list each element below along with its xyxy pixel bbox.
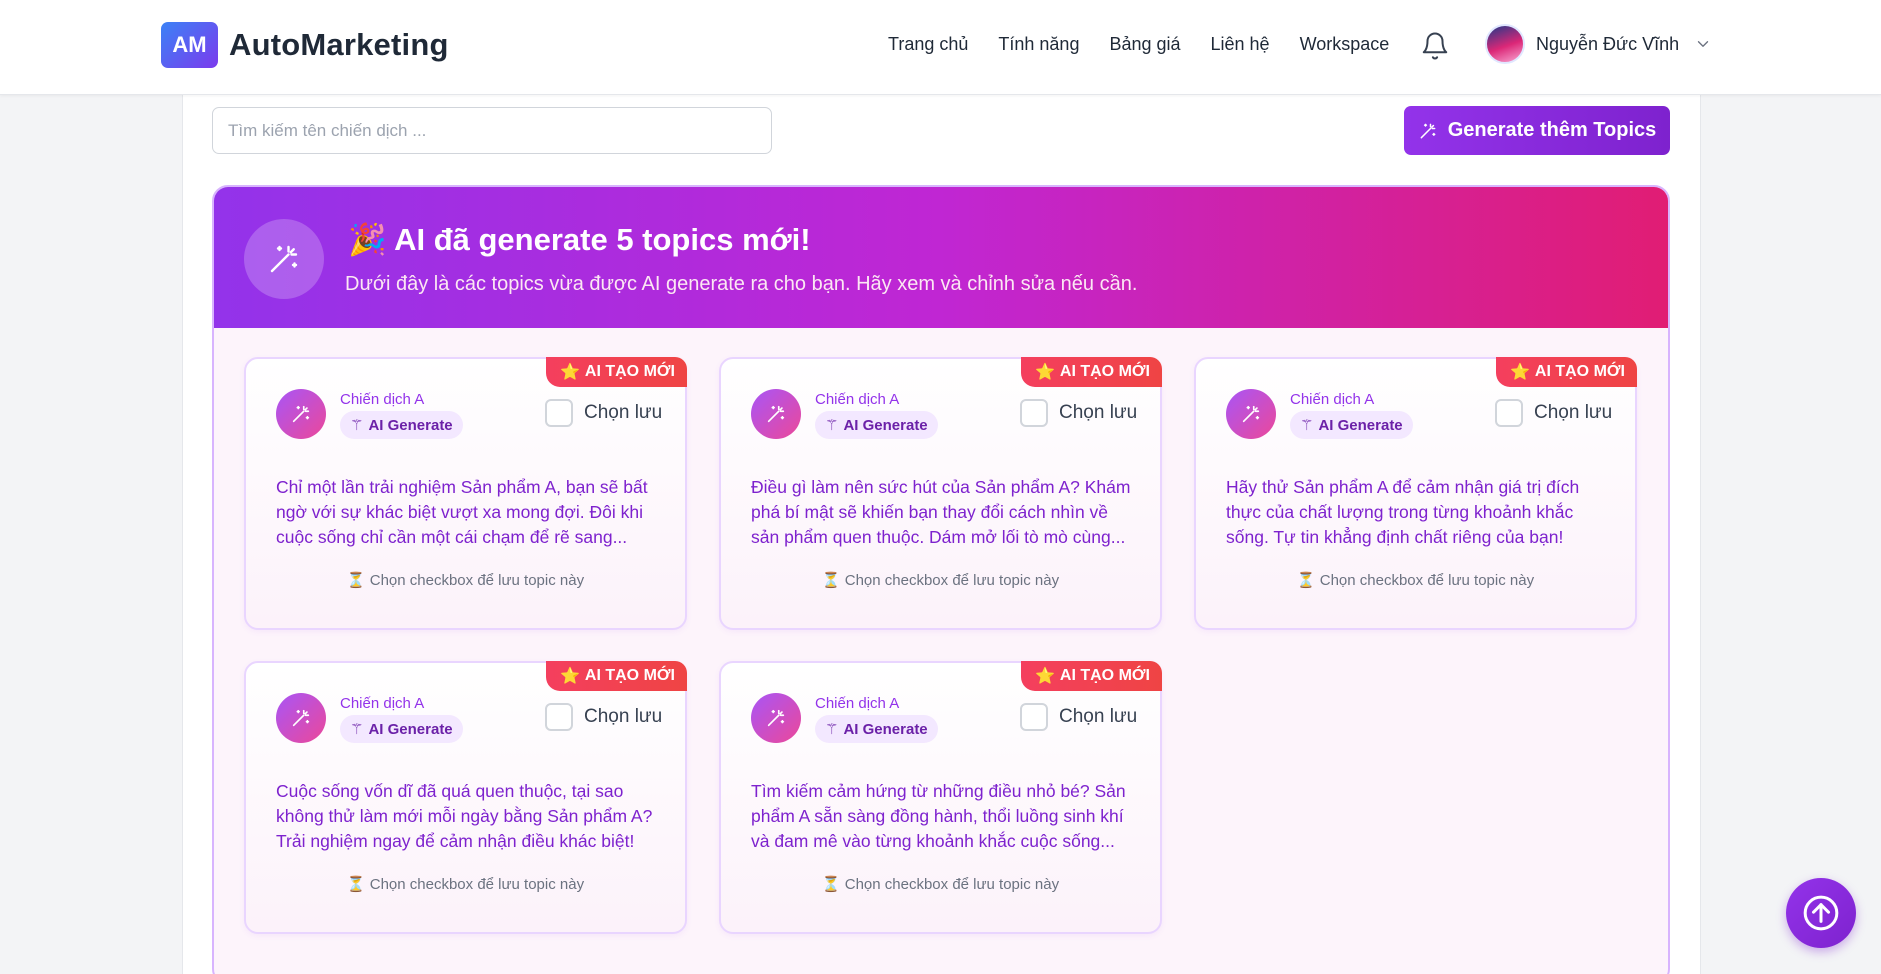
ai-generate-tag: ⚚ AI Generate bbox=[815, 715, 938, 743]
new-badge: ⭐ AI TẠO MỚI bbox=[545, 357, 687, 387]
ai-generate-label: AI Generate bbox=[368, 720, 453, 738]
ai-generate-tag: ⚚ AI Generate bbox=[340, 411, 463, 439]
new-badge: ⭐ AI TẠO MỚI bbox=[1020, 661, 1162, 691]
save-hint: ⏳ Chọn checkbox để lưu topic này bbox=[346, 876, 585, 893]
magic-wand-icon bbox=[1226, 389, 1276, 439]
arrow-up-circle-icon bbox=[1803, 895, 1839, 931]
search-input[interactable] bbox=[212, 107, 772, 154]
save-checkbox[interactable] bbox=[1020, 703, 1048, 731]
avatar bbox=[1485, 24, 1525, 64]
star-icon: ⭐ bbox=[1034, 668, 1055, 685]
ai-generate-tag: ⚚ AI Generate bbox=[815, 411, 938, 439]
topic-text: Cuộc sống vốn dĩ đã quá quen thuộc, tại … bbox=[276, 781, 653, 851]
save-toggle[interactable]: Chọn lưu bbox=[1020, 399, 1137, 427]
magic-wand-icon bbox=[751, 389, 801, 439]
topic-card: ⭐ AI TẠO MỚI Chiến dịch A ⚚ AI Generate Ch… bbox=[244, 661, 687, 934]
logo-badge: AM bbox=[161, 22, 218, 68]
save-toggle[interactable]: Chọn lưu bbox=[545, 703, 662, 731]
ai-generate-label: AI Generate bbox=[843, 720, 928, 738]
ai-generate-tag: ⚚ AI Generate bbox=[1290, 411, 1413, 439]
magic-wand-icon bbox=[244, 219, 324, 299]
save-label: Chọn lưu bbox=[584, 402, 663, 423]
save-label: Chọn lưu bbox=[1534, 402, 1613, 423]
save-hint: ⏳ Chọn checkbox để lưu topic này bbox=[1296, 572, 1535, 589]
generate-topics-label: Generate thêm Topics bbox=[1447, 119, 1657, 141]
magic-wand-icon bbox=[276, 693, 326, 743]
topic-card: ⭐ AI TẠO MỚI Chiến dịch A ⚚ AI Generate Ch… bbox=[244, 357, 687, 630]
save-hint: ⏳ Chọn checkbox để lưu topic này bbox=[821, 876, 1060, 893]
new-badge-label: AI TẠO MỚI bbox=[1534, 363, 1625, 380]
scroll-to-top-button[interactable] bbox=[1786, 878, 1856, 948]
topic-text: Tìm kiếm cảm hứng từ những điều nhỏ bé? … bbox=[751, 781, 1126, 851]
campaign-name: Chiến dịch A bbox=[815, 695, 900, 712]
star-icon: ⭐ bbox=[1509, 364, 1530, 381]
star-icon: ⭐ bbox=[1034, 364, 1055, 381]
ai-generate-label: AI Generate bbox=[843, 416, 928, 434]
topic-card: ⭐ AI TẠO MỚI Chiến dịch A ⚚ AI Generate Ch… bbox=[719, 661, 1162, 934]
magic-wand-icon bbox=[1420, 123, 1436, 138]
new-badge-label: AI TẠO MỚI bbox=[1059, 363, 1150, 380]
user-menu[interactable]: Nguyễn Đức Vĩnh bbox=[1485, 24, 1712, 64]
ai-generate-label: AI Generate bbox=[1318, 416, 1403, 434]
chevron-down-icon bbox=[1697, 41, 1709, 47]
save-label: Chọn lưu bbox=[1059, 402, 1138, 423]
save-toggle[interactable]: Chọn lưu bbox=[1020, 703, 1137, 731]
save-checkbox[interactable] bbox=[1020, 399, 1048, 427]
logo[interactable]: AM AutoMarketing bbox=[161, 22, 449, 68]
save-checkbox[interactable] bbox=[1495, 399, 1523, 427]
new-badge-label: AI TẠO MỚI bbox=[1059, 667, 1150, 684]
ai-generate-label: AI Generate bbox=[368, 416, 453, 434]
star-icon: ⭐ bbox=[559, 364, 580, 381]
save-label: Chọn lưu bbox=[584, 706, 663, 727]
topic-text: Chỉ một lần trải nghiệm Sản phẩm A, bạn … bbox=[276, 477, 648, 547]
topic-card: ⭐ AI TẠO MỚI Chiến dịch A ⚚ AI Generate Ch… bbox=[1194, 357, 1637, 630]
save-hint: ⏳ Chọn checkbox để lưu topic này bbox=[821, 572, 1060, 589]
nav-workspace[interactable]: Workspace bbox=[1300, 34, 1390, 55]
campaign-name: Chiến dịch A bbox=[815, 391, 900, 408]
nav-pricing[interactable]: Bảng giá bbox=[1109, 34, 1180, 55]
user-name: Nguyễn Đức Vĩnh bbox=[1536, 33, 1680, 54]
campaign-name: Chiến dịch A bbox=[340, 391, 425, 408]
magic-wand-icon bbox=[276, 389, 326, 439]
campaign-name: Chiến dịch A bbox=[1290, 391, 1375, 408]
magic-wand-icon: ⚚ bbox=[350, 417, 364, 434]
new-badge: ⭐ AI TẠO MỚI bbox=[1495, 357, 1637, 387]
topic-text: Điều gì làm nên sức hút của Sản phẩm A? … bbox=[751, 477, 1131, 547]
magic-wand-icon: ⚚ bbox=[350, 721, 364, 738]
main-nav: Trang chủ Tính năng Bảng giá Liên hệ Wor… bbox=[888, 34, 1389, 55]
magic-wand-icon: ⚚ bbox=[825, 721, 839, 738]
topic-card: ⭐ AI TẠO MỚI Chiến dịch A ⚚ AI Generate Ch… bbox=[719, 357, 1162, 630]
star-icon: ⭐ bbox=[559, 668, 580, 685]
generate-topics-button[interactable]: Generate thêm Topics bbox=[1404, 106, 1670, 155]
campaign-name: Chiến dịch A bbox=[340, 695, 425, 712]
top-header: AM AutoMarketing Trang chủ Tính năng Bản… bbox=[0, 0, 1881, 95]
ai-generate-tag: ⚚ AI Generate bbox=[340, 715, 463, 743]
new-badge: ⭐ AI TẠO MỚI bbox=[1020, 357, 1162, 387]
magic-wand-icon: ⚚ bbox=[825, 417, 839, 434]
success-banner: 🎉 AI đã generate 5 topics mới! Dưới đây … bbox=[214, 187, 1668, 328]
topic-text: Hãy thử Sản phẩm A để cảm nhận giá trị đ… bbox=[1226, 477, 1580, 547]
bell-icon[interactable] bbox=[1420, 30, 1450, 62]
save-checkbox[interactable] bbox=[545, 399, 573, 427]
magic-wand-icon: ⚚ bbox=[1300, 417, 1314, 434]
logo-text: AutoMarketing bbox=[229, 27, 449, 62]
banner-title: 🎉 AI đã generate 5 topics mới! bbox=[348, 221, 811, 258]
banner-subtitle: Dưới đây là các topics vừa được AI gener… bbox=[345, 273, 1138, 295]
save-toggle[interactable]: Chọn lưu bbox=[1495, 399, 1612, 427]
new-badge-label: AI TẠO MỚI bbox=[584, 363, 675, 380]
banner-title-text: AI đã generate 5 topics mới! bbox=[394, 222, 811, 257]
save-hint: ⏳ Chọn checkbox để lưu topic này bbox=[346, 572, 585, 589]
save-checkbox[interactable] bbox=[545, 703, 573, 731]
nav-features[interactable]: Tính năng bbox=[998, 34, 1079, 55]
nav-contact[interactable]: Liên hệ bbox=[1211, 34, 1270, 55]
save-toggle[interactable]: Chọn lưu bbox=[545, 399, 662, 427]
new-badge: ⭐ AI TẠO MỚI bbox=[545, 661, 687, 691]
new-badge-label: AI TẠO MỚI bbox=[584, 667, 675, 684]
party-icon: 🎉 bbox=[348, 222, 387, 257]
magic-wand-icon bbox=[751, 693, 801, 743]
save-label: Chọn lưu bbox=[1059, 706, 1138, 727]
nav-home[interactable]: Trang chủ bbox=[888, 34, 968, 55]
